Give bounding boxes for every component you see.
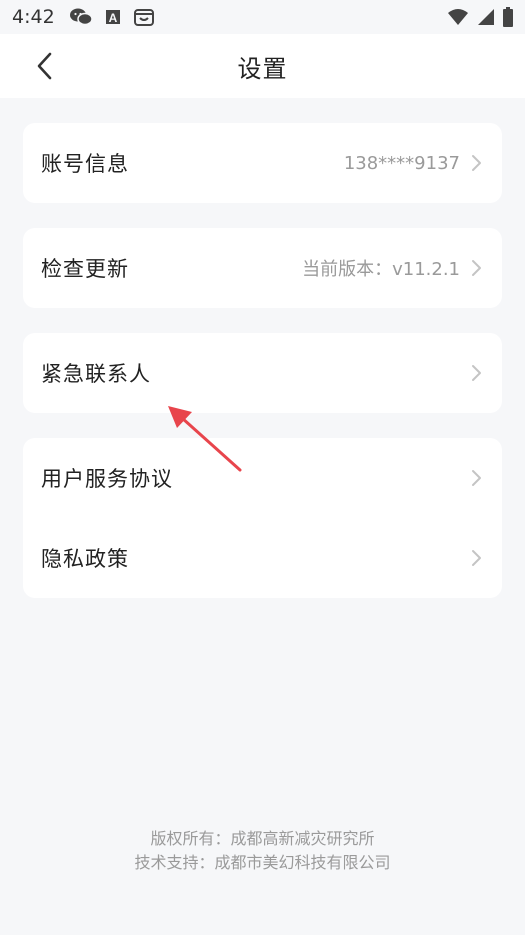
chevron-right-icon <box>470 364 482 382</box>
policy-card: 用户服务协议 隐私政策 <box>23 438 502 598</box>
emergency-card: 紧急联系人 <box>23 333 502 413</box>
footer: 版权所有：成都高新减灾研究所 技术支持：成都市美幻科技有限公司 <box>0 827 525 875</box>
robot-icon <box>133 9 154 26</box>
wechat-icon <box>69 8 93 26</box>
emergency-contact-label: 紧急联系人 <box>41 362 151 386</box>
account-card: 账号信息 138****9137 <box>23 123 502 203</box>
update-card: 检查更新 当前版本：v11.2.1 <box>23 228 502 308</box>
status-icons-right <box>447 7 513 27</box>
phone-number-value: 138****9137 <box>343 152 460 174</box>
annotation-arrow <box>168 406 242 472</box>
privacy-policy-row[interactable]: 隐私政策 <box>23 518 502 598</box>
privacy-policy-label: 隐私政策 <box>41 547 129 571</box>
battery-icon <box>503 7 513 27</box>
nav-bar: 设置 <box>0 34 525 98</box>
check-update-label: 检查更新 <box>41 257 129 281</box>
copyright-text: 版权所有：成都高新减灾研究所 <box>150 829 375 848</box>
status-bar: 4:42 A <box>0 0 525 34</box>
svg-text:A: A <box>108 11 117 25</box>
chevron-right-icon <box>470 469 482 487</box>
wifi-icon <box>448 9 468 25</box>
font-a-icon: A <box>105 10 120 25</box>
emergency-contact-row[interactable]: 紧急联系人 <box>23 333 502 413</box>
chevron-left-icon <box>37 52 52 80</box>
chevron-right-icon <box>470 549 482 567</box>
tech-support-text: 技术支持：成都市美幻科技有限公司 <box>134 853 391 872</box>
check-update-row[interactable]: 检查更新 当前版本：v11.2.1 <box>23 228 502 308</box>
status-time: 4:42 <box>12 6 55 28</box>
account-info-label: 账号信息 <box>41 152 129 176</box>
page-title: 设置 <box>237 54 288 83</box>
user-agreement-row[interactable]: 用户服务协议 <box>23 438 502 518</box>
cellular-icon <box>478 9 494 25</box>
status-icons-left: A <box>69 7 155 27</box>
chevron-right-icon <box>470 259 482 277</box>
account-info-row[interactable]: 账号信息 138****9137 <box>23 123 502 203</box>
user-agreement-label: 用户服务协议 <box>41 467 173 491</box>
chevron-right-icon <box>470 154 482 172</box>
back-button[interactable] <box>28 48 60 84</box>
current-version-value: 当前版本：v11.2.1 <box>302 259 460 280</box>
